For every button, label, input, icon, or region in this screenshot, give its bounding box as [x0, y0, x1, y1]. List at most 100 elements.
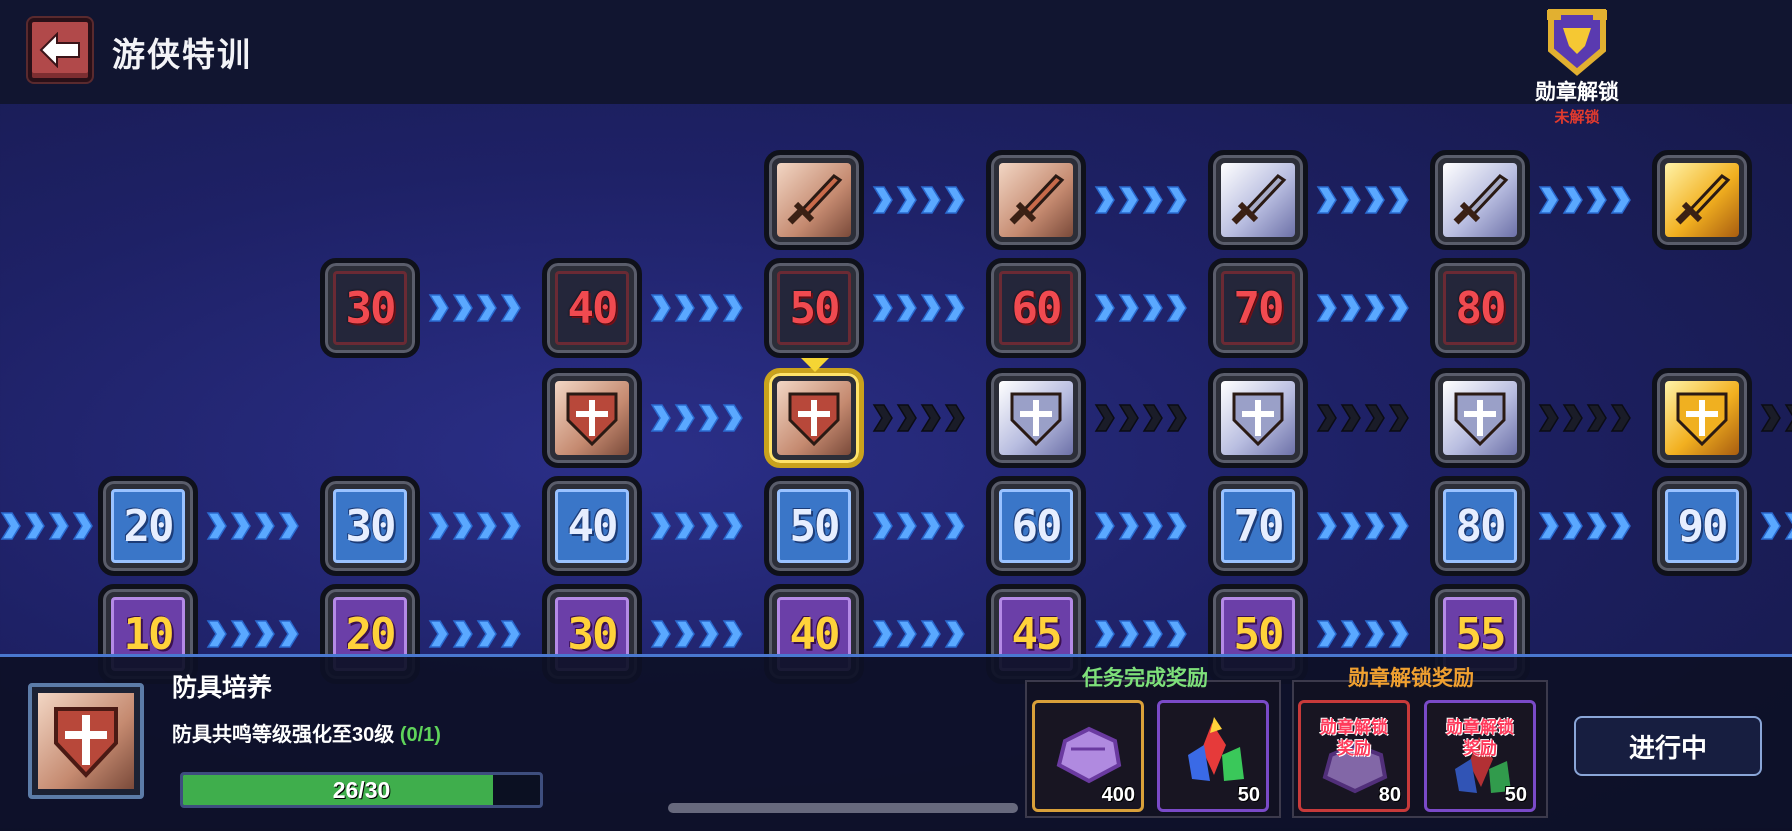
chevron-right-icon [230, 620, 251, 648]
chevron-right-icon [872, 294, 893, 322]
blue-level-node-50[interactable]: 50 [764, 476, 864, 576]
chevron-right-icon [278, 512, 299, 540]
sword-row-arrows [1538, 180, 1634, 220]
medal-unlock-label: 勋章解锁 [1535, 81, 1619, 104]
chevron-right-icon [920, 620, 941, 648]
chevron-right-icon [1166, 620, 1187, 648]
chevron-right-icon [896, 512, 917, 540]
medal-badge-icon [1547, 9, 1607, 76]
chevron-right-icon [1094, 294, 1115, 322]
shield-node-6-face [1665, 381, 1739, 455]
sword-node-2[interactable] [986, 150, 1086, 250]
shield-node-6[interactable] [1652, 368, 1752, 468]
chevron-right-icon [452, 620, 473, 648]
task-progress-count: (0/1) [399, 724, 441, 746]
medal-reward-title: 勋章解锁奖励 [1348, 667, 1474, 690]
task-reward-title: 任务完成奖励 [1082, 667, 1208, 690]
red-row-arrows [872, 288, 968, 328]
chevron-right-icon [1586, 186, 1607, 214]
medal-reward-2-qty: 50 [1504, 784, 1527, 806]
sword-node-5[interactable] [1652, 150, 1752, 250]
chevron-right-icon [1118, 294, 1139, 322]
blue-level-node-40[interactable]: 40 [542, 476, 642, 576]
shield-row-arrows [872, 398, 968, 438]
red-level-node-60[interactable]: 60 [986, 258, 1086, 358]
blue-level-node-20[interactable]: 20 [98, 476, 198, 576]
chevron-right-icon [500, 512, 521, 540]
sword-row-arrows [1316, 180, 1412, 220]
chevron-right-icon [1388, 404, 1409, 432]
shield-row-arrows [1760, 398, 1792, 438]
sword-node-1[interactable] [764, 150, 864, 250]
sword-node-3[interactable] [1208, 150, 1308, 250]
chevron-right-icon [1118, 512, 1139, 540]
sword-icon [787, 174, 843, 225]
chevron-right-icon [650, 620, 671, 648]
chevron-right-icon [1340, 512, 1361, 540]
shield-node-4[interactable] [1208, 368, 1308, 468]
chevron-right-icon [1562, 186, 1583, 214]
medal-reward-2[interactable]: 勋章解锁奖励 50 [1424, 700, 1536, 812]
chevron-right-icon [500, 620, 521, 648]
chevron-right-icon [1316, 294, 1337, 322]
in-progress-button[interactable]: 进行中 [1574, 716, 1762, 776]
shield-row-arrows [1538, 398, 1634, 438]
chevron-right-icon [1538, 404, 1559, 432]
blue-level-node-80[interactable]: 80 [1430, 476, 1530, 576]
red-level-node-40[interactable]: 40 [542, 258, 642, 358]
task-progress-bar: 26/30 [180, 772, 543, 808]
blue-row-arrows [872, 506, 968, 546]
task-progress-text: 26/30 [332, 777, 391, 803]
chevron-right-icon [872, 404, 893, 432]
chevron-right-icon [1610, 512, 1631, 540]
blue-row-arrows [428, 506, 524, 546]
chevron-right-icon [650, 294, 671, 322]
task-reward-1[interactable]: 400 [1032, 700, 1144, 812]
blue-level-node-80-face: 80 [1443, 489, 1517, 563]
task-description-text: 防具共鸣等级强化至30级 [172, 724, 395, 746]
blue-level-node-20-face: 20 [111, 489, 185, 563]
red-level-node-70[interactable]: 70 [1208, 258, 1308, 358]
task-reward-2[interactable]: 50 [1157, 700, 1269, 812]
chevron-right-icon [722, 404, 743, 432]
page-title: 游侠特训 [112, 36, 252, 73]
blue-row-arrows [1094, 506, 1190, 546]
chevron-right-icon [48, 512, 69, 540]
red-level-node-40-face: 40 [555, 271, 629, 345]
shield-node-2[interactable] [764, 368, 864, 468]
medal-reward-1[interactable]: 勋章解锁奖励 80 [1298, 700, 1410, 812]
blue-level-node-30[interactable]: 30 [320, 476, 420, 576]
task-reward-1-qty: 400 [1101, 784, 1135, 806]
scroll-indicator[interactable] [668, 803, 1018, 813]
purple-row-arrows [1094, 614, 1190, 654]
task-name: 防具培养 [172, 674, 273, 702]
blue-row-arrows [1316, 506, 1412, 546]
chevron-right-icon [24, 512, 45, 540]
blue-row-arrows [206, 506, 302, 546]
red-level-node-30[interactable]: 30 [320, 258, 420, 358]
sword-node-4[interactable] [1430, 150, 1530, 250]
shield-row-arrows [650, 398, 746, 438]
chevron-right-icon [1142, 620, 1163, 648]
chevron-right-icon [1316, 620, 1337, 648]
blue-level-node-90[interactable]: 90 [1652, 476, 1752, 576]
chevron-right-icon [1562, 404, 1583, 432]
chevron-right-icon [896, 404, 917, 432]
blue-level-node-60[interactable]: 60 [986, 476, 1086, 576]
shield-icon [1232, 392, 1284, 447]
shield-node-1[interactable] [542, 368, 642, 468]
chevron-right-icon [1388, 186, 1409, 214]
back-button[interactable] [28, 18, 92, 82]
shield-node-5[interactable] [1430, 368, 1530, 468]
chevron-right-icon [1118, 186, 1139, 214]
chevron-right-icon [1166, 294, 1187, 322]
blue-row-arrows [1538, 506, 1634, 546]
purple-row-arrows [872, 614, 968, 654]
chevron-right-icon [254, 620, 275, 648]
blue-level-node-70[interactable]: 70 [1208, 476, 1308, 576]
chevron-right-icon [278, 620, 299, 648]
shield-node-3[interactable] [986, 368, 1086, 468]
task-reward-2-qty: 50 [1237, 784, 1260, 806]
red-level-node-80[interactable]: 80 [1430, 258, 1530, 358]
red-level-node-50[interactable]: 50 [764, 258, 864, 358]
